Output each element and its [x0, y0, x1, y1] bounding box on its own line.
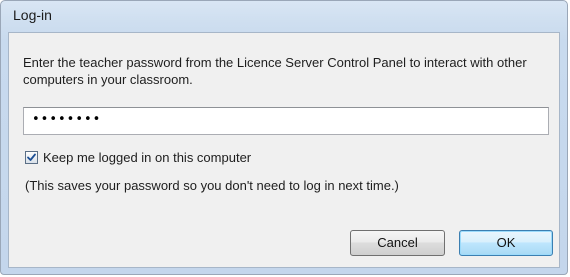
titlebar[interactable]: Log-in: [1, 1, 567, 31]
cancel-button[interactable]: Cancel: [350, 230, 445, 256]
instruction-text: Enter the teacher password from the Lice…: [23, 55, 527, 87]
ok-button[interactable]: OK: [459, 230, 553, 256]
checkmark-icon: [27, 153, 36, 161]
window-title: Log-in: [13, 7, 52, 23]
hint-text: (This saves your password so you don't n…: [25, 178, 399, 193]
keep-logged-in-row[interactable]: Keep me logged in on this computer: [25, 150, 251, 165]
keep-logged-in-checkbox[interactable]: [25, 151, 38, 164]
password-input[interactable]: ••••••••: [23, 107, 549, 135]
keep-logged-in-label[interactable]: Keep me logged in on this computer: [43, 150, 251, 165]
